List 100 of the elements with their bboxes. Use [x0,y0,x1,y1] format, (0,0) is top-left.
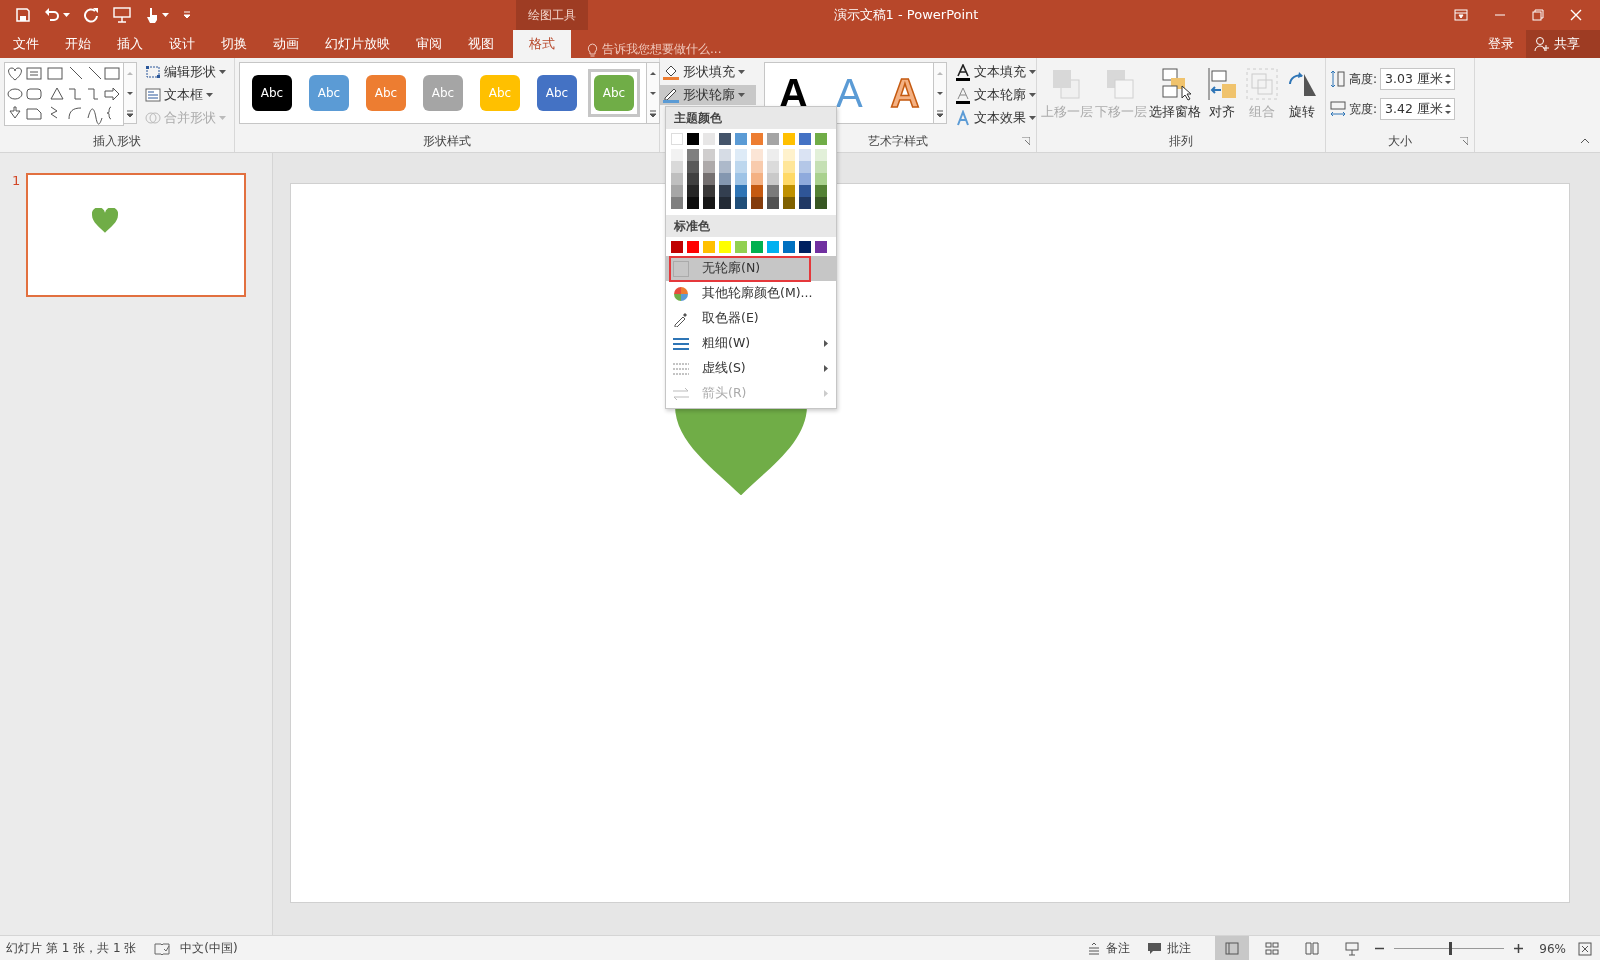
color-swatch[interactable] [767,241,779,253]
color-swatch[interactable] [799,133,811,145]
color-swatch[interactable] [751,133,763,145]
dialog-launcher-icon[interactable] [1460,137,1468,145]
ribbon-command[interactable]: 形状填充 [683,63,735,81]
color-swatch[interactable] [767,161,779,173]
spin-arrows-icon[interactable] [1445,103,1452,115]
shape-style-swatch[interactable]: Abc [252,75,292,111]
color-swatch[interactable] [687,197,699,209]
menu-item[interactable]: 取色器(E) [666,306,836,331]
ribbon-command[interactable]: 文本效果 [974,109,1026,127]
color-swatch[interactable] [735,185,747,197]
color-swatch[interactable] [815,161,827,173]
fit-slide-icon[interactable] [1578,941,1592,956]
ribbon-command[interactable]: 文本轮廓 [974,86,1026,104]
color-swatch[interactable] [783,161,795,173]
size-spinner[interactable]: 3.42 厘米 [1380,98,1456,120]
arrange-button[interactable]: 对齐 [1209,104,1235,121]
color-swatch[interactable] [751,161,763,173]
color-swatch[interactable] [751,149,763,161]
color-swatch[interactable] [719,133,731,145]
ribbon-tab[interactable]: 切换 [208,30,260,58]
shape-style-swatch[interactable]: Abc [366,75,406,111]
color-swatch[interactable] [815,185,827,197]
color-swatch[interactable] [751,185,763,197]
color-swatch[interactable] [671,149,683,161]
color-swatch[interactable] [671,161,683,173]
ribbon-tab[interactable]: 幻灯片放映 [312,30,403,58]
color-swatch[interactable] [767,173,779,185]
slide-thumbnail[interactable] [26,173,247,297]
shape-style-swatch[interactable]: Abc [309,75,349,111]
color-swatch[interactable] [735,149,747,161]
tell-me-field[interactable]: 告诉我您想要做什么... [602,41,722,58]
color-swatch[interactable] [735,241,747,253]
customize-icon[interactable] [183,11,191,19]
color-swatch[interactable] [719,149,731,161]
arrange-button[interactable]: 选择窗格 [1149,104,1201,121]
ribbon-tab[interactable]: 开始 [52,30,104,58]
color-swatch[interactable] [815,149,827,161]
color-swatch[interactable] [671,173,683,185]
color-swatch[interactable] [783,149,795,161]
color-swatch[interactable] [687,149,699,161]
ribbon-tab[interactable]: 动画 [260,30,312,58]
color-swatch[interactable] [735,133,747,145]
color-swatch[interactable] [687,185,699,197]
color-swatch[interactable] [703,185,715,197]
shape-style-swatch[interactable]: Abc [594,75,634,111]
color-swatch[interactable] [687,161,699,173]
color-swatch[interactable] [799,149,811,161]
color-swatch[interactable] [799,185,811,197]
spin-arrows-icon[interactable] [1445,73,1452,85]
color-swatch[interactable] [735,161,747,173]
shape-gallery-drawing[interactable] [4,62,124,126]
redo-icon[interactable] [84,7,99,23]
color-swatch[interactable] [799,173,811,185]
color-swatch[interactable] [703,197,715,209]
color-swatch[interactable] [799,161,811,173]
color-swatch[interactable] [815,241,827,253]
spell-check-icon[interactable] [154,941,171,956]
size-spinner[interactable]: 3.03 厘米 [1380,68,1456,90]
color-swatch[interactable] [703,149,715,161]
color-swatch[interactable] [767,185,779,197]
color-swatch[interactable] [719,173,731,185]
color-swatch[interactable] [703,161,715,173]
ribbon-tab[interactable]: 文件 [0,30,52,58]
presentation-icon[interactable] [113,7,131,23]
color-swatch[interactable] [815,197,827,209]
shape-style-swatch[interactable]: Abc [537,75,577,111]
color-swatch[interactable] [671,241,683,253]
color-swatch[interactable] [767,149,779,161]
ribbon-tab[interactable]: 视图 [455,30,507,58]
color-swatch[interactable] [751,173,763,185]
wordart-sample[interactable]: A [835,73,863,113]
color-swatch[interactable] [783,185,795,197]
menu-item[interactable]: 其他轮廓颜色(M)... [666,281,836,306]
color-swatch[interactable] [687,173,699,185]
color-swatch[interactable] [751,197,763,209]
touch-icon[interactable] [145,7,159,23]
ribbon-command[interactable]: 文本框 [164,86,203,104]
color-swatch[interactable] [799,241,811,253]
color-swatch[interactable] [815,173,827,185]
color-swatch[interactable] [735,197,747,209]
menu-item[interactable]: 虚线(S) [666,356,836,381]
ribbon-tab[interactable]: 插入 [104,30,156,58]
ribbon-tab[interactable]: 格式 [513,30,571,58]
ribbon-command[interactable]: 文本填充 [974,63,1026,81]
arrange-button[interactable]: 旋转 [1289,104,1315,121]
color-swatch[interactable] [751,241,763,253]
color-swatch[interactable] [671,197,683,209]
color-swatch[interactable] [767,197,779,209]
color-swatch[interactable] [815,133,827,145]
zoom-in-icon[interactable] [1514,944,1524,953]
color-swatch[interactable] [783,241,795,253]
notes-button[interactable]: 备注 [1106,940,1131,957]
color-swatch[interactable] [703,241,715,253]
color-swatch[interactable] [703,133,715,145]
color-swatch[interactable] [719,197,731,209]
color-swatch[interactable] [687,133,699,145]
dialog-launcher-icon[interactable] [1022,137,1030,145]
save-icon[interactable] [16,8,30,22]
